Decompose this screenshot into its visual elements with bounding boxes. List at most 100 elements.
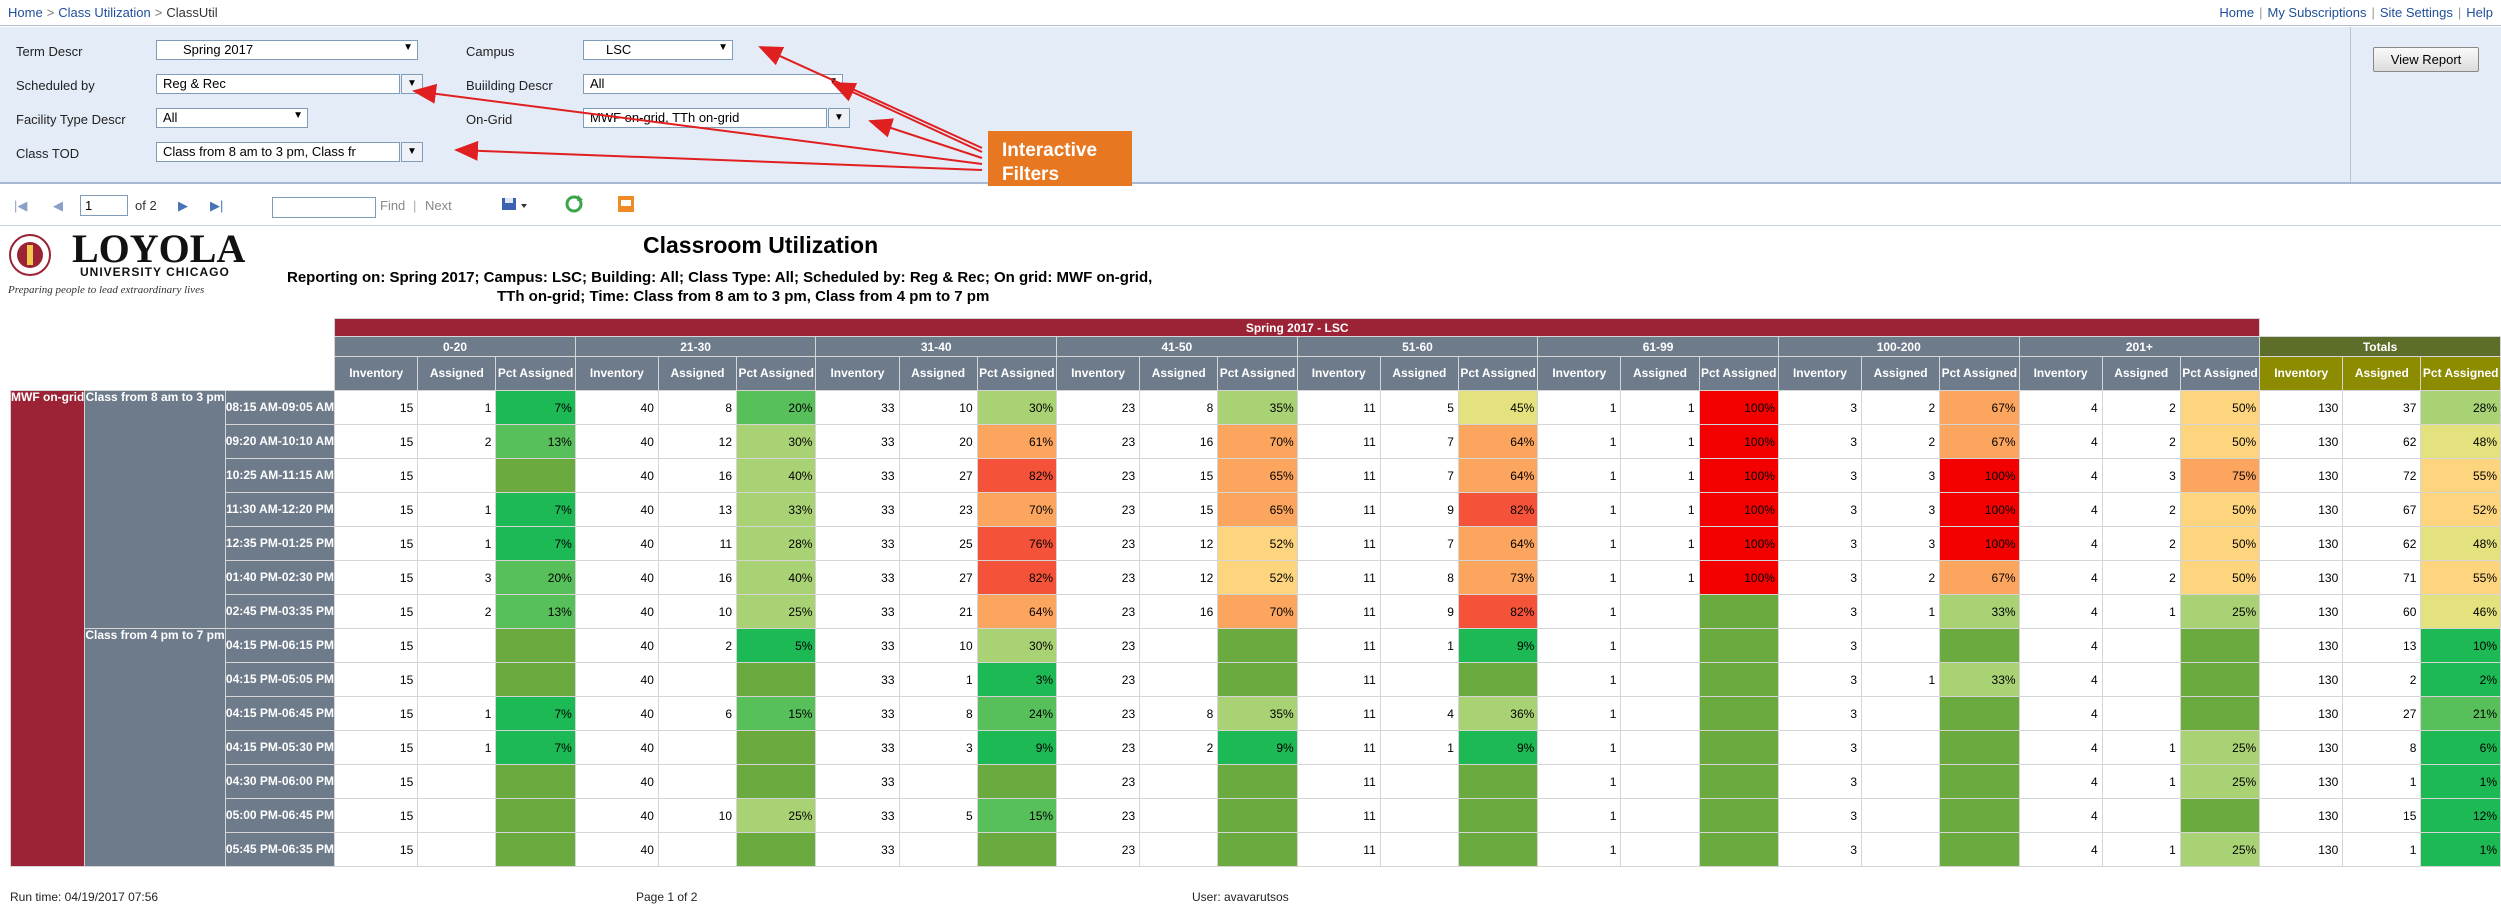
scheduled-by-dropdown-button[interactable]: ▼	[401, 74, 423, 94]
size-group-header: 21-30	[574, 336, 817, 357]
inventory-cell: 1	[1537, 696, 1622, 731]
total-assigned-cell: 62	[2342, 526, 2422, 561]
table-row: 01:40 PM-02:30 PM 15 3 20% 40 16 40% 33 27 82% 23 1…	[11, 560, 2501, 595]
assigned-cell	[1620, 730, 1700, 765]
column-header: Pct Assigned	[736, 356, 817, 391]
prev-page-icon[interactable]: ◀	[53, 198, 63, 214]
find-input[interactable]	[272, 197, 376, 218]
inventory-cell: 11	[1296, 764, 1381, 799]
next-page-icon[interactable]: ▶	[178, 198, 188, 214]
last-page-icon[interactable]: ▶|	[210, 198, 223, 214]
campus-select[interactable]: LSC ▼	[583, 40, 733, 60]
pct-assigned-cell: 64%	[1457, 526, 1539, 561]
total-assigned-cell: 13	[2342, 628, 2422, 663]
inventory-cell: 3	[1777, 798, 1863, 833]
class-tod-field[interactable]: Class from 8 am to 3 pm, Class fr	[156, 142, 400, 162]
assigned-cell	[1379, 764, 1459, 799]
parameter-panel: Term Descr Spring 2017 ▼ Campus LSC ▼ Sche…	[0, 27, 2501, 184]
pct-assigned-cell: 100%	[1698, 424, 1779, 459]
size-group-header: 31-40	[815, 336, 1058, 357]
pct-assigned-cell: 82%	[1457, 492, 1539, 527]
site-settings-link[interactable]: Site Settings	[2380, 5, 2453, 20]
inventory-cell: 11	[1296, 628, 1381, 663]
term-select[interactable]: Spring 2017 ▼	[156, 40, 418, 60]
total-inventory-cell: 130	[2259, 628, 2344, 663]
assigned-cell	[417, 662, 497, 697]
view-report-button[interactable]: View Report	[2373, 47, 2479, 72]
class-tod-dropdown-button[interactable]: ▼	[401, 142, 423, 162]
panel-divider	[2350, 27, 2351, 182]
inventory-cell: 3	[1777, 594, 1863, 629]
breadcrumb-home[interactable]: Home	[8, 5, 43, 20]
assigned-cell: 3	[1861, 526, 1941, 561]
assigned-cell: 7	[1379, 526, 1459, 561]
building-select[interactable]: All ▼	[583, 74, 843, 94]
pct-assigned-cell: 3%	[976, 662, 1058, 697]
inventory-cell: 3	[1777, 458, 1863, 493]
assigned-cell	[657, 662, 738, 697]
time-slot: 04:15 PM-05:05 PM	[224, 662, 336, 697]
page-number-input[interactable]	[80, 195, 128, 216]
total-pct-cell: 52%	[2420, 492, 2501, 527]
assigned-cell: 10	[657, 594, 738, 629]
pct-assigned-cell	[495, 458, 576, 493]
inventory-cell: 23	[1056, 628, 1141, 663]
total-pct-cell: 28%	[2420, 390, 2501, 425]
table-row: 05:00 PM-06:45 PM 15 40 10 25% 33 5 15% 23 11 1 3 4 1…	[11, 798, 2501, 833]
breadcrumb-class-utilization[interactable]: Class Utilization	[58, 5, 150, 20]
export-icon[interactable]	[500, 194, 530, 217]
pct-assigned-cell: 64%	[1457, 424, 1539, 459]
inventory-cell: 1	[1537, 458, 1622, 493]
inventory-cell: 3	[1777, 696, 1863, 731]
total-assigned-cell: 72	[2342, 458, 2422, 493]
inventory-cell: 33	[815, 662, 900, 697]
pct-assigned-cell: 75%	[2179, 458, 2261, 493]
pct-assigned-cell	[1939, 628, 2020, 663]
pct-assigned-cell: 13%	[495, 424, 576, 459]
assigned-cell	[1861, 764, 1941, 799]
pct-assigned-cell: 82%	[976, 458, 1058, 493]
assigned-cell: 12	[1139, 526, 1219, 561]
facility-type-select[interactable]: All ▼	[156, 108, 308, 128]
inventory-cell: 40	[574, 526, 659, 561]
first-page-icon[interactable]: |◀	[14, 198, 27, 214]
assigned-cell: 8	[1379, 560, 1459, 595]
university-seal-icon	[9, 234, 51, 276]
pct-assigned-cell: 70%	[1217, 424, 1298, 459]
inventory-cell: 11	[1296, 696, 1381, 731]
on-grid-dropdown-button[interactable]: ▼	[828, 108, 850, 128]
assigned-cell: 1	[2101, 832, 2181, 867]
assigned-cell: 20	[898, 424, 978, 459]
assigned-cell	[1379, 798, 1459, 833]
total-assigned-cell: 27	[2342, 696, 2422, 731]
assigned-cell: 9	[1379, 492, 1459, 527]
time-slot: 12:35 PM-01:25 PM	[224, 526, 336, 561]
report-subtitle: Reporting on: Spring 2017; Campus: LSC; …	[287, 269, 1153, 305]
pct-assigned-cell	[1217, 662, 1298, 697]
column-header: Inventory	[1777, 356, 1863, 391]
dropdown-arrow-icon: ▼	[828, 76, 838, 87]
home-link[interactable]: Home	[2219, 5, 2254, 20]
assigned-cell: 4	[1379, 696, 1459, 731]
print-icon[interactable]	[616, 194, 636, 217]
find-link[interactable]: Find	[380, 198, 405, 213]
pct-assigned-cell: 30%	[976, 390, 1058, 425]
time-slot: 04:30 PM-06:00 PM	[224, 764, 336, 799]
on-grid-field[interactable]: MWF on-grid, TTh on-grid	[583, 108, 827, 128]
refresh-icon[interactable]	[564, 194, 584, 217]
inventory-cell: 23	[1056, 594, 1141, 629]
inventory-cell: 40	[574, 730, 659, 765]
next-link[interactable]: Next	[425, 198, 452, 213]
assigned-cell: 23	[898, 492, 978, 527]
pct-assigned-cell	[736, 832, 817, 867]
my-subscriptions-link[interactable]: My Subscriptions	[2267, 5, 2366, 20]
assigned-cell	[417, 798, 497, 833]
inventory-cell: 15	[334, 560, 419, 595]
assigned-cell	[417, 764, 497, 799]
assigned-cell: 1	[1620, 424, 1700, 459]
table-row: 12:35 PM-01:25 PM 15 1 7% 40 11 28% 33 25 76% 23 12…	[11, 526, 2501, 561]
assigned-cell: 1	[898, 662, 978, 697]
chevron-down-icon: ▼	[407, 78, 417, 89]
scheduled-by-field[interactable]: Reg & Rec	[156, 74, 400, 94]
help-link[interactable]: Help	[2466, 5, 2493, 20]
